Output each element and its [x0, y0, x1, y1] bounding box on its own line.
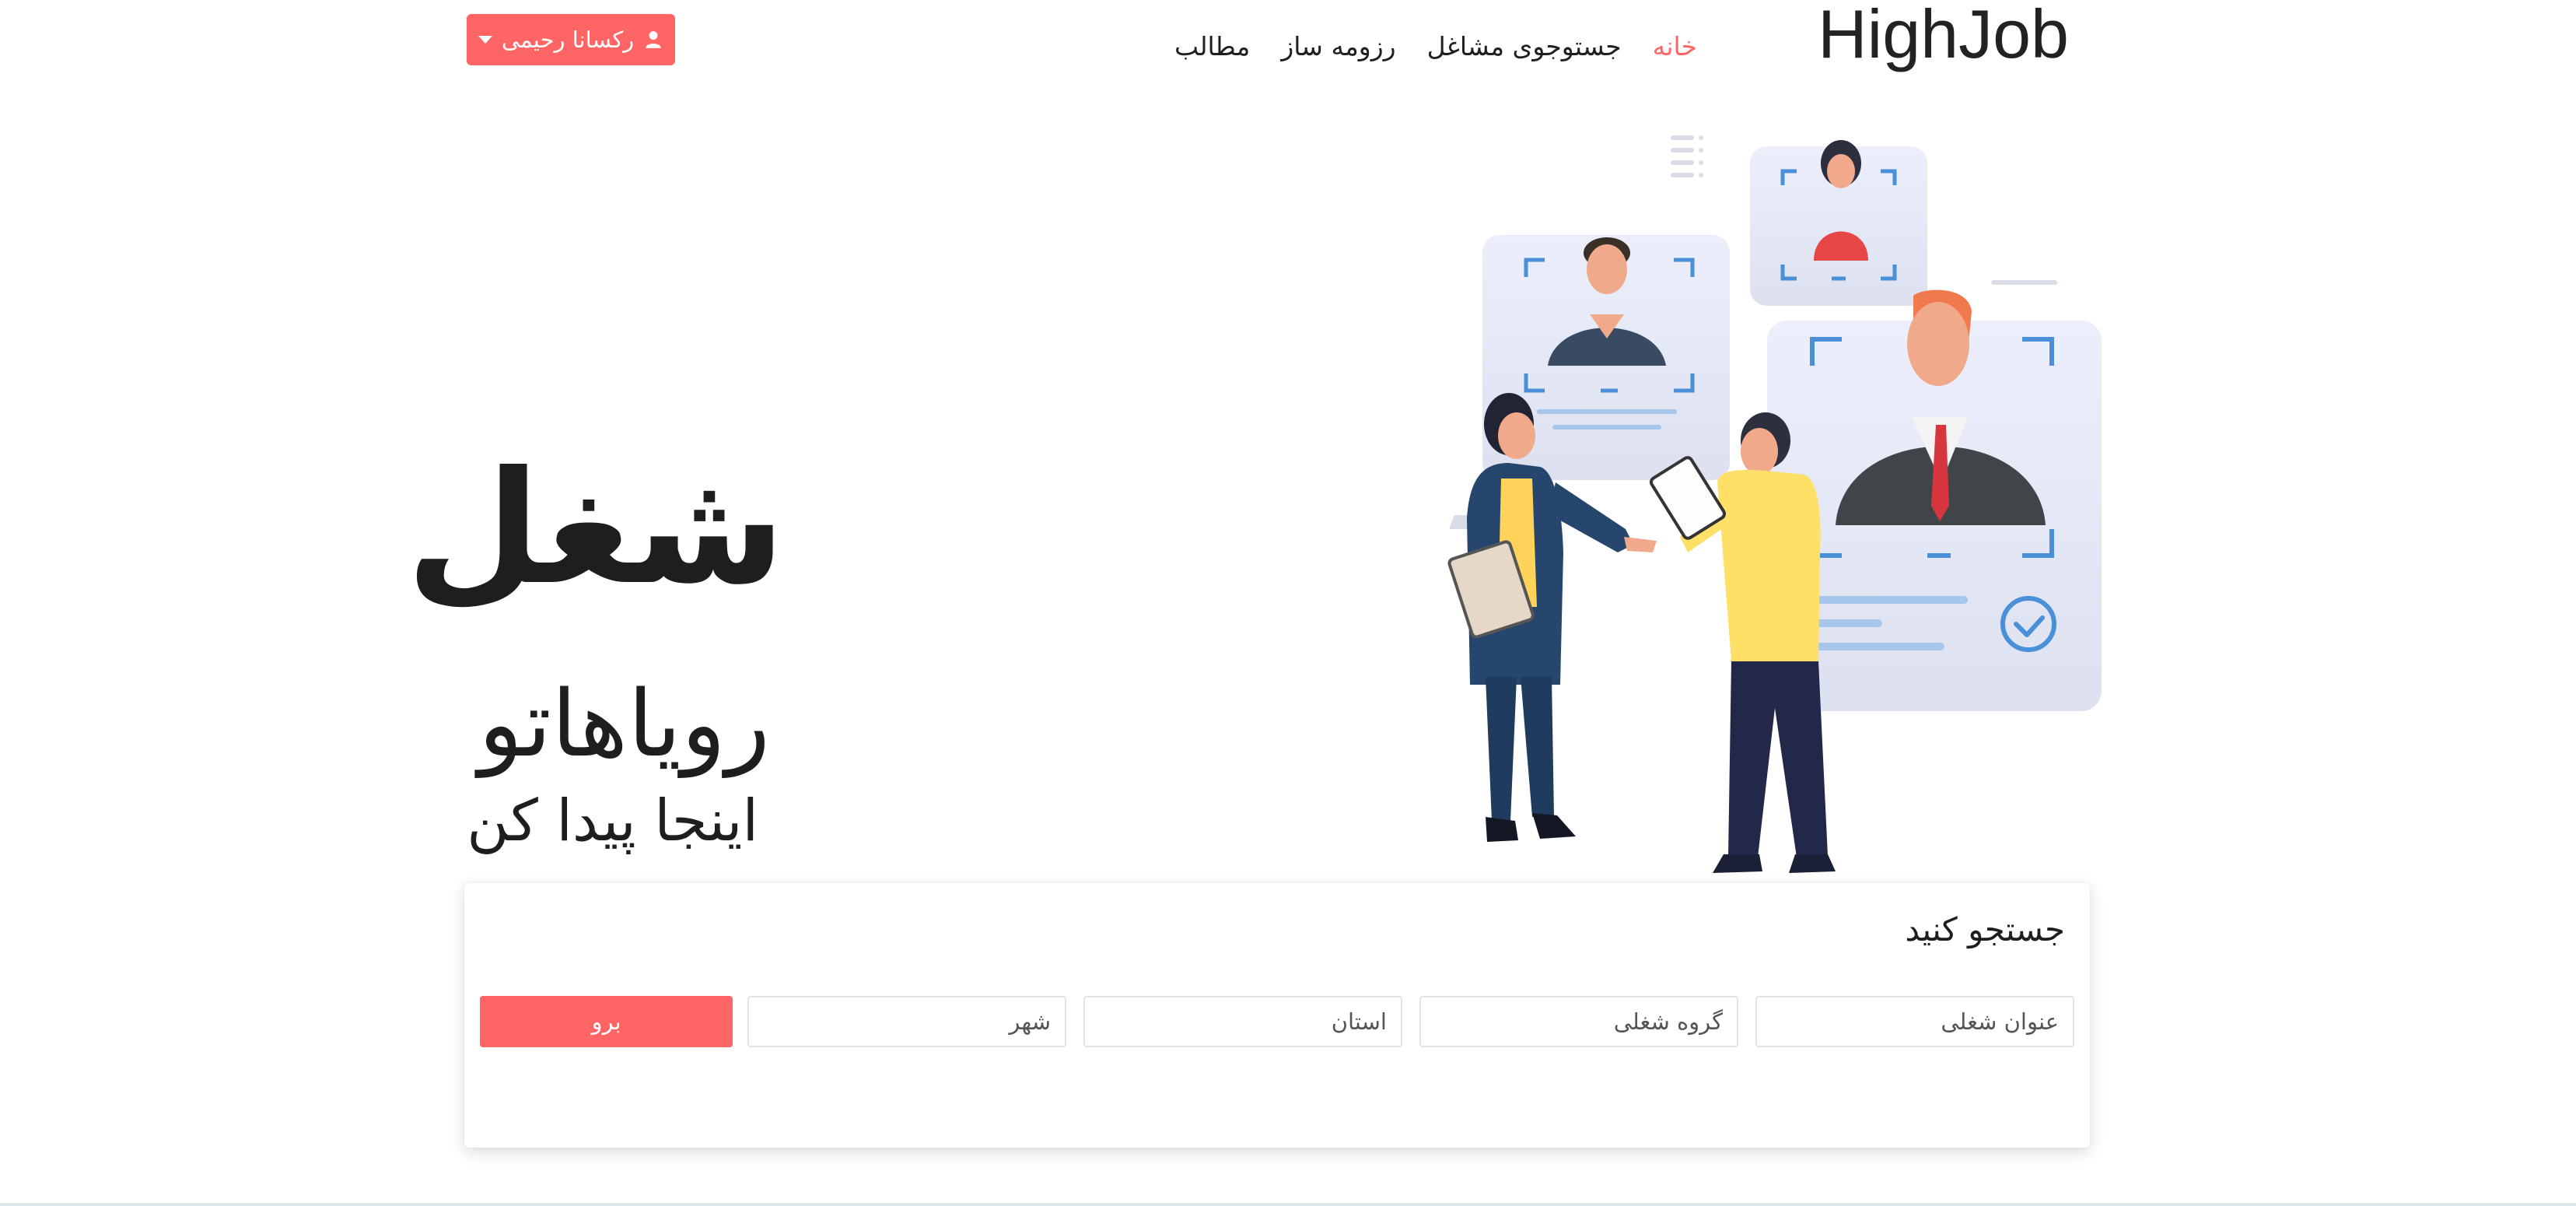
- user-menu-button[interactable]: رکسانا رحیمی: [467, 14, 675, 65]
- search-form: برو: [480, 996, 2074, 1047]
- search-submit-button[interactable]: برو: [480, 996, 733, 1047]
- page-bottom-divider: [0, 1203, 2576, 1206]
- nav-links: خانه جستوجوی مشاغل رزومه ساز مطالب: [1159, 23, 1713, 70]
- user-name: رکسانا رحیمی: [501, 26, 635, 53]
- hero-tagline: اینجا پیدا کن: [467, 787, 758, 854]
- search-card-title: جستجو کنید: [1905, 910, 2065, 948]
- nav-link-job-search[interactable]: جستوجوی مشاغل: [1412, 23, 1637, 70]
- nav-link-articles[interactable]: مطالب: [1159, 23, 1265, 70]
- city-input[interactable]: [747, 996, 1066, 1047]
- hero-subtitle: رویاهاتو: [478, 670, 770, 777]
- nav-link-home[interactable]: خانه: [1637, 23, 1713, 70]
- job-group-input[interactable]: [1419, 996, 1738, 1047]
- navbar: HighJob خانه جستوجوی مشاغل رزومه ساز مطا…: [0, 0, 2576, 93]
- user-icon: [646, 31, 661, 48]
- province-input[interactable]: [1083, 996, 1402, 1047]
- search-card: جستجو کنید برو: [464, 883, 2090, 1148]
- brand-logo[interactable]: HighJob: [1816, 0, 2069, 72]
- job-title-input[interactable]: [1755, 996, 2074, 1047]
- hero-title: شغل: [405, 438, 786, 619]
- nav-link-resume-builder[interactable]: رزومه ساز: [1265, 23, 1411, 70]
- hiring-illustration: [1447, 135, 2102, 873]
- caret-down-icon: [478, 36, 492, 44]
